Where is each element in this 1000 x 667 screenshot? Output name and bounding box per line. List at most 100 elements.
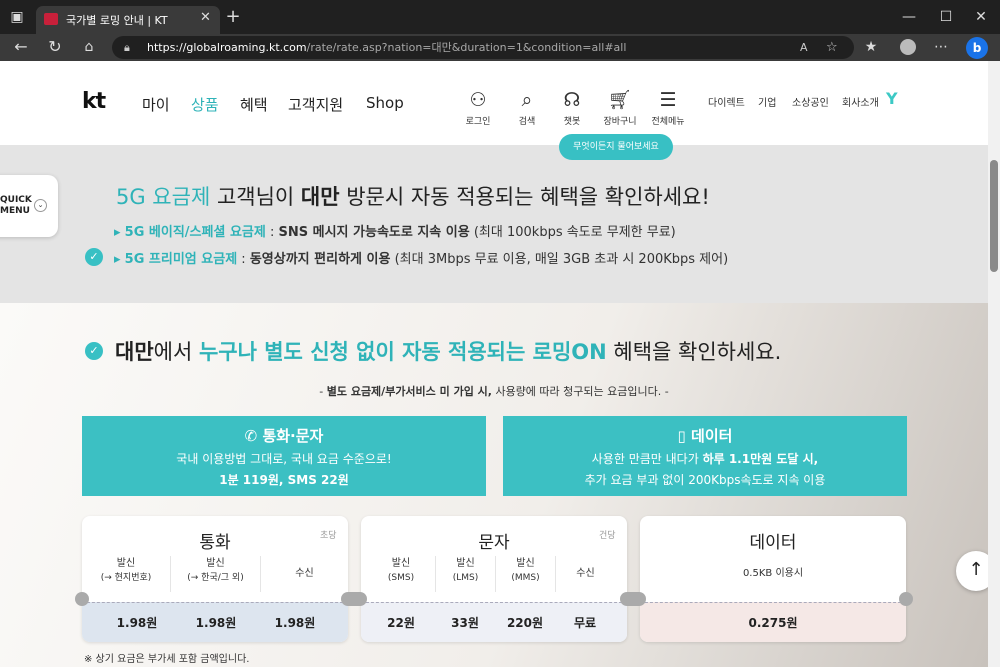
util-company[interactable]: 회사소개 [842,94,879,109]
ticket-notch [75,592,89,606]
data-box-title-text: 데이터 [691,427,733,445]
message-rate-card: 문자 건당 발신 (SMS) 발신 (LMS) 발신 (MMS) 수신 22원 33원… [361,516,627,642]
favorites-icon[interactable]: ★ [860,34,882,60]
nav-support[interactable]: 고객지원 [288,94,343,115]
arrow-right-icon: ▸ [114,252,125,267]
maximize-icon[interactable]: ☐ [935,4,957,30]
refresh-icon[interactable]: ↻ [44,34,66,60]
data-value: 0.275원 [748,616,798,630]
bing-icon[interactable]: b [966,37,988,59]
check-circle-icon: ✓ [85,248,103,266]
close-window-icon[interactable]: ✕ [970,4,992,30]
kt-logo[interactable]: kt [82,89,106,114]
msg-col2-label: 발신 (LMS) [435,556,495,592]
msg-col1-l1: 발신 [391,558,411,569]
msg-col2-l1: 발신 [456,558,475,569]
chatbot-label: 챗봇 [563,117,581,127]
home-icon[interactable]: ⌂ [78,34,100,60]
call-col1-l1: 발신 [116,558,136,569]
chatbot-tooltip[interactable]: 무엇이든지 물어보세요 [559,134,673,160]
cart-icon: 🛒︎ [607,89,633,111]
msg-card-title: 문자 [478,533,510,553]
favorite-add-icon[interactable]: ☆ [826,36,838,59]
data-box: ▯ 데이터 사용한 만큼만 내다가 하루 1.1만원 도달 시, 추가 요금 부… [503,416,907,496]
roaming-country: 대만 [115,340,154,364]
ticket-notch [341,592,367,606]
call-col2-l2: (→ 한국/그 외) [187,573,244,583]
browser-tab-bar: ▣ 국가별 로밍 안내 | KT ✕ + — ☐ ✕ [0,0,1000,34]
data-rate-card: 데이터 0.5KB 이용시 0.275원 [640,516,906,642]
call-col3-value: 1.98원 [274,616,316,630]
scrollbar-track[interactable] [988,61,1000,667]
msg-col2-value: 33원 [451,616,479,630]
basic-benefit: SNS 메시지 가능속도로 지속 이용 [278,225,470,240]
web-page: kt 마이 상품 혜택 고객지원 Shop ⚇ 로그인 ⌕ 검색 ☊ 챗봇 🛒︎ 장바구… [0,61,988,667]
msg-col1-l2: (SMS) [387,573,415,583]
call-col2-label: 발신 (→ 한국/그 외) [170,556,260,592]
search-label: 검색 [518,117,536,127]
premium-detail: (최대 3Mbps 무료 이용, 매일 3GB 초과 시 200Kbps 제어) [390,252,729,267]
nav-products[interactable]: 상품 [191,94,219,115]
lock-icon: 🔒︎ [124,41,130,54]
note-rest: 사용량에 따라 청구되는 요금입니다. - [491,385,669,398]
banner-line-basic: ▸ 5G 베이직/스페셜 요금제 : SNS 메시지 가능속도로 지속 이용 (… [114,221,676,240]
ticket-notch [620,592,646,606]
msg-col3-value: 220원 [506,616,544,630]
tab-actions-icon[interactable]: ▣ [6,4,28,30]
banner-heading-text1: 고객님이 [210,185,301,209]
arrow-right-icon: ▸ [114,225,125,240]
scrollbar-thumb[interactable] [990,160,998,272]
kt-y-icon[interactable]: Y [886,89,898,108]
chatbot-button[interactable]: ☊ 챗봇 [552,88,592,127]
login-button[interactable]: ⚇ 로그인 [458,88,498,127]
search-button[interactable]: ⌕ 검색 [507,88,547,127]
profile-avatar[interactable] [900,39,916,55]
basic-plan-label: 5G 베이직/스페셜 요금제 [124,225,266,240]
nav-benefits[interactable]: 혜택 [240,94,268,115]
msg-col3-l2: (MMS) [511,573,540,583]
basic-sep: : [265,225,279,240]
data-line1-pre: 사용한 만큼만 내다가 [591,452,703,466]
util-direct[interactable]: 다이렉트 [708,94,745,109]
new-tab-icon[interactable]: + [222,4,244,30]
arrow-up-icon: ↑ [968,559,984,580]
util-smallbiz[interactable]: 소상공인 [792,94,829,109]
call-sms-box: ✆ 통화·문자 국내 이용방법 그대로, 국내 요금 수준으로! 1분 119원… [82,416,486,496]
msg-col4-label: 수신 [555,556,615,592]
banner-heading-country: 대만 [300,185,340,209]
msg-col1-label: 발신 (SMS) [371,556,431,586]
url-field[interactable]: 🔒︎ https://globalroaming.kt.com/rate/rat… [112,36,854,59]
menu-icon: ☰ [659,89,677,111]
address-bar-row: ← ↻ ⌂ 🔒︎ https://globalroaming.kt.com/ra… [0,34,1000,61]
cart-button[interactable]: 🛒︎ 장바구니 [600,88,640,127]
quick-menu-button[interactable]: QUICK MENU ⌄ [0,175,58,237]
url-host: https://globalroaming.kt.com [147,41,307,54]
check-circle-icon: ✓ [85,342,103,360]
msg-card-unit: 건당 [599,531,616,541]
premium-sep: : [237,252,250,267]
banner-heading-text2: 방문시 자동 적용되는 혜택을 확인하세요! [339,185,710,209]
util-business[interactable]: 기업 [758,94,776,109]
scroll-top-button[interactable]: ↑ [956,551,988,591]
minimize-icon[interactable]: — [898,4,920,30]
roaming-on-heading: 대만에서 누구나 별도 신청 없이 자동 적용되는 로밍ON 혜택을 확인하세요… [115,336,781,366]
basic-detail: (최대 100kbps 속도로 무제한 무료) [469,225,676,240]
nav-my[interactable]: 마이 [142,94,170,115]
banner-heading: 5G 요금제 고객님이 대만 방문시 자동 적용되는 혜택을 확인하세요! [116,181,710,211]
data-line1-bold: 하루 1.1만원 도달 시, [702,452,819,466]
tab-close-icon[interactable]: ✕ [200,10,211,25]
more-icon[interactable]: ⋯ [930,34,952,60]
premium-benefit: 동영상까지 편리하게 이용 [249,252,391,267]
quick-menu-line1: QUICK [0,195,32,205]
browser-tab[interactable]: 국가별 로밍 안내 | KT ✕ [36,6,220,34]
nav-shop[interactable]: Shop [366,94,404,112]
all-menu-button[interactable]: ☰ 전체메뉴 [648,88,688,127]
read-aloud-icon[interactable]: A [800,36,808,59]
call-sms-title-text: 통화·문자 [262,427,324,445]
call-card-title: 통화 [199,533,231,553]
data-card-title: 데이터 [749,533,797,553]
premium-plan-label: 5G 프리미엄 요금제 [124,252,238,267]
quick-menu-line2: MENU [0,206,30,216]
back-icon[interactable]: ← [10,34,32,60]
phone-icon: ✆ [244,427,263,445]
